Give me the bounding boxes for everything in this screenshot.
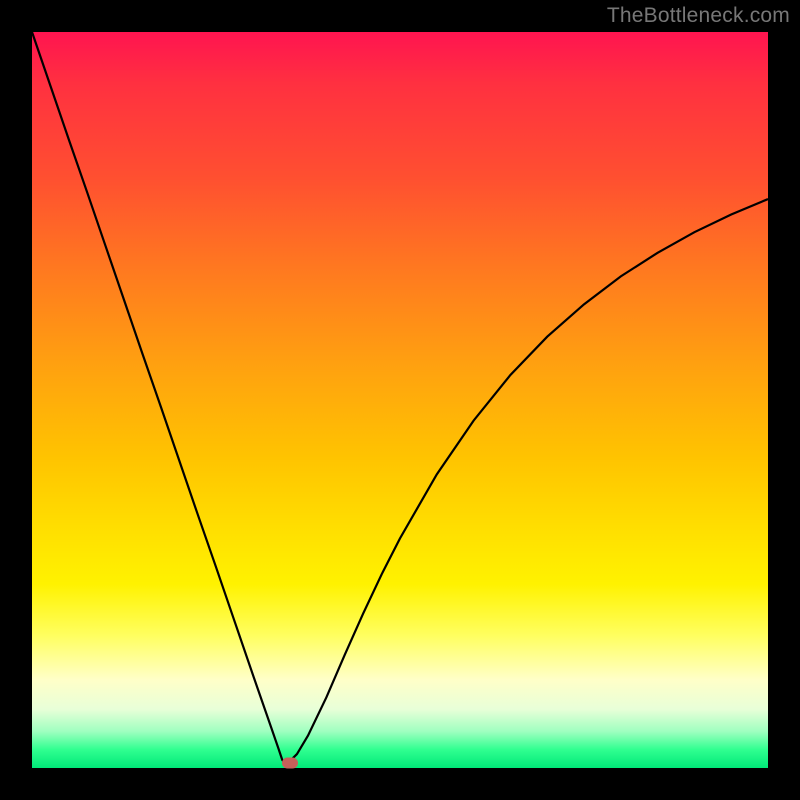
curve-path (32, 32, 768, 764)
bottleneck-curve (32, 32, 768, 768)
plot-area (32, 32, 768, 768)
watermark-text: TheBottleneck.com (607, 4, 790, 28)
chart-frame: TheBottleneck.com (0, 0, 800, 800)
optimal-marker (282, 757, 298, 768)
